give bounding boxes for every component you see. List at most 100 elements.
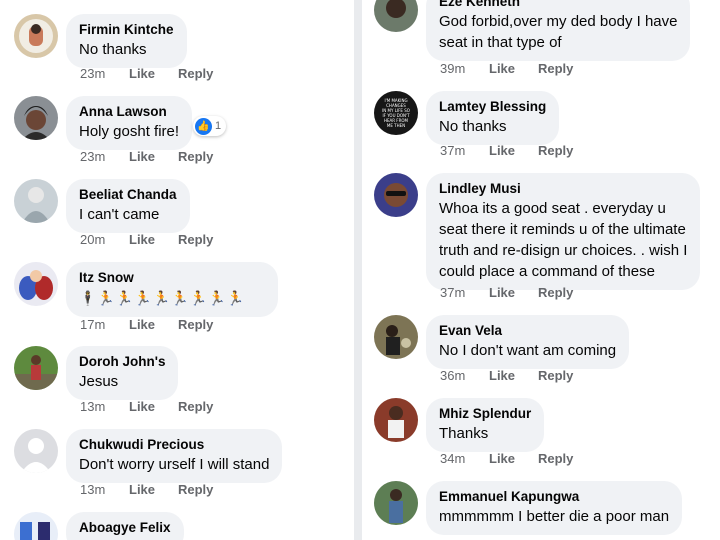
comment-text: No thanks: [439, 118, 507, 135]
reaction-badge[interactable]: 👍 1: [193, 116, 227, 136]
comment-bubble: Lamtey Blessing No thanks: [426, 91, 560, 145]
avatar[interactable]: [14, 262, 58, 306]
comment-time[interactable]: 23m: [80, 149, 129, 164]
right-comments-panel: Eze Kenneth God forbid,over my ded body …: [362, 0, 720, 540]
comment-bubble: Anna Lawson Holy gosht fire!: [66, 96, 193, 150]
comment-actions: 39m Like Reply: [440, 61, 573, 76]
comment-bubble: Itz Snow 🕴🏃🏃🏃🏃🏃🏃🏃🏃: [66, 262, 278, 317]
reaction-count: 1: [215, 120, 222, 132]
comment-actions: 37m Like Reply: [440, 143, 573, 158]
avatar[interactable]: [14, 179, 58, 223]
comment-text-line: truth and re-disign ur choices. . wish I: [439, 242, 688, 259]
comment-time[interactable]: 36m: [440, 368, 489, 383]
reply-button[interactable]: Reply: [178, 317, 213, 332]
reply-button[interactable]: Reply: [538, 61, 573, 76]
like-button[interactable]: Like: [489, 451, 538, 466]
comment-text: Thanks: [439, 425, 489, 442]
avatar[interactable]: [14, 512, 58, 540]
like-button[interactable]: Like: [489, 368, 538, 383]
reply-button[interactable]: Reply: [538, 143, 573, 158]
commenter-name[interactable]: Lamtey Blessing: [439, 98, 546, 116]
thumbs-up-icon: 👍: [195, 117, 212, 135]
reply-button[interactable]: Reply: [178, 399, 213, 414]
commenter-name[interactable]: Chukwudi Precious: [79, 436, 269, 454]
avatar[interactable]: [374, 398, 418, 442]
reply-button[interactable]: Reply: [538, 451, 573, 466]
comment-actions: 23m Like Reply: [80, 66, 213, 81]
comment-time[interactable]: 34m: [440, 451, 489, 466]
commenter-name[interactable]: Doroh John's: [79, 353, 165, 371]
reply-button[interactable]: Reply: [178, 482, 213, 497]
avatar[interactable]: [374, 315, 418, 359]
comment-text: No thanks: [79, 41, 147, 58]
emoji-text: 🕴🏃🏃🏃🏃🏃🏃🏃🏃: [79, 290, 245, 306]
like-button[interactable]: Like: [129, 482, 178, 497]
comment-actions: 13m Like Reply: [80, 482, 213, 497]
left-comments-panel: Firmin Kintche No thanks 23m Like Reply An…: [0, 0, 354, 540]
comment-bubble: Aboagye Felix: [66, 512, 184, 540]
comment-time[interactable]: 23m: [80, 66, 129, 81]
avatar[interactable]: [14, 96, 58, 140]
default-avatar-icon[interactable]: [14, 429, 58, 473]
commenter-name[interactable]: Eze Kenneth: [439, 0, 677, 11]
comment-time[interactable]: 37m: [440, 143, 489, 158]
comment-bubble: Lindley Musi Whoa its a good seat . ever…: [426, 173, 701, 290]
reply-button[interactable]: Reply: [538, 368, 573, 383]
comment-text-line: Whoa its a good seat . everyday u: [439, 200, 666, 217]
commenter-name[interactable]: Evan Vela: [439, 322, 616, 340]
comment-text-line: could place a command of these: [439, 263, 655, 280]
like-button[interactable]: Like: [489, 61, 538, 76]
reply-button[interactable]: Reply: [538, 285, 573, 300]
commenter-name[interactable]: Lindley Musi: [439, 180, 687, 198]
commenter-name[interactable]: Anna Lawson: [79, 103, 179, 121]
avatar[interactable]: [374, 173, 418, 217]
like-button[interactable]: Like: [489, 285, 538, 300]
avatar[interactable]: I'M MAKING CHANGES IN MY LIFE SO IF YOU …: [374, 91, 418, 135]
avatar[interactable]: [14, 346, 58, 390]
commenter-name[interactable]: Emmanuel Kapungwa: [439, 488, 669, 506]
comment-time[interactable]: 17m: [80, 317, 129, 332]
reply-button[interactable]: Reply: [178, 149, 213, 164]
like-button[interactable]: Like: [129, 317, 178, 332]
avatar[interactable]: [14, 14, 58, 58]
reply-button[interactable]: Reply: [178, 66, 213, 81]
comment-bubble: Doroh John's Jesus: [66, 346, 179, 400]
comment-bubble: Firmin Kintche No thanks: [66, 14, 187, 68]
comment-text-line: seat in that type of: [439, 34, 562, 51]
comment-text: I can't came: [79, 206, 160, 223]
comment-time[interactable]: 39m: [440, 61, 489, 76]
commenter-name[interactable]: Aboagye Felix: [79, 519, 171, 537]
like-button[interactable]: Like: [129, 66, 178, 81]
comment-time[interactable]: 13m: [80, 482, 129, 497]
like-button[interactable]: Like: [129, 232, 178, 247]
comment-text: Don't worry urself I will stand: [79, 456, 270, 473]
comment-bubble: Chukwudi Precious Don't worry urself I w…: [66, 429, 283, 483]
like-button[interactable]: Like: [489, 143, 538, 158]
commenter-name[interactable]: Firmin Kintche: [79, 21, 174, 39]
comment-actions: 34m Like Reply: [440, 451, 573, 466]
commenter-name[interactable]: Mhiz Splendur: [439, 405, 531, 423]
comment-bubble: Mhiz Splendur Thanks: [426, 398, 545, 452]
reply-button[interactable]: Reply: [178, 232, 213, 247]
svg-text:ME THEN: ME THEN: [387, 123, 405, 128]
comment-text-line: seat there it reminds u of the ultimate: [439, 221, 686, 238]
avatar[interactable]: [374, 481, 418, 525]
comment-actions: 23m Like Reply: [80, 149, 213, 164]
avatar[interactable]: [374, 0, 418, 32]
comment-bubble: Eze Kenneth God forbid,over my ded body …: [426, 0, 691, 61]
comment-time[interactable]: 37m: [440, 285, 489, 300]
comment-bubble: Emmanuel Kapungwa mmmmmm I better die a …: [426, 481, 683, 535]
commenter-name[interactable]: Itz Snow: [79, 269, 265, 287]
like-button[interactable]: Like: [129, 399, 178, 414]
comment-time[interactable]: 13m: [80, 399, 129, 414]
comment-actions: 37m Like Reply: [440, 285, 573, 300]
panel-divider: [354, 0, 362, 540]
comment-time[interactable]: 20m: [80, 232, 129, 247]
comment-bubble: Beeliat Chanda I can't came: [66, 179, 190, 233]
like-button[interactable]: Like: [129, 149, 178, 164]
comment-actions: 36m Like Reply: [440, 368, 573, 383]
comment-text-line: God forbid,over my ded body I have: [439, 13, 678, 30]
comment-bubble: Evan Vela No I don't want am coming: [426, 315, 630, 369]
commenter-name[interactable]: Beeliat Chanda: [79, 186, 177, 204]
comment-text: Jesus: [79, 373, 119, 390]
